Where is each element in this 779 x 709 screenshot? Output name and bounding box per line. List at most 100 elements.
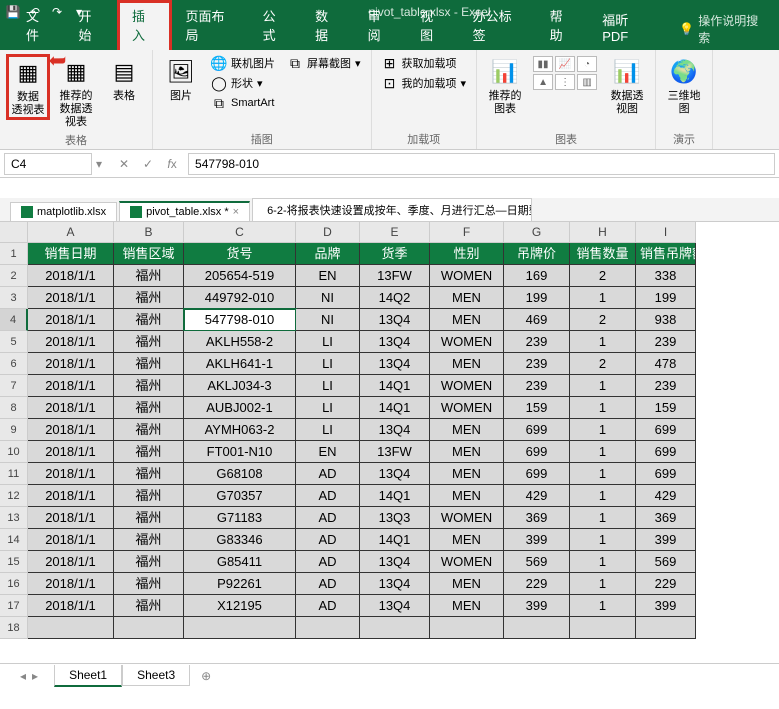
row-header[interactable]: 5 xyxy=(0,331,28,353)
row-header[interactable]: 13 xyxy=(0,507,28,529)
cell[interactable]: 福州 xyxy=(114,287,184,309)
row-header[interactable]: 6 xyxy=(0,353,28,375)
cell[interactable]: 福州 xyxy=(114,353,184,375)
cell[interactable]: 14Q1 xyxy=(360,529,430,551)
cell[interactable]: NI xyxy=(296,309,360,331)
cell[interactable]: AD xyxy=(296,463,360,485)
cell[interactable]: 13Q4 xyxy=(360,309,430,331)
formula-input[interactable]: 547798-010 xyxy=(188,153,775,175)
close-icon[interactable]: × xyxy=(233,206,239,218)
cell[interactable]: 478 xyxy=(636,353,696,375)
cell[interactable]: 13FW xyxy=(360,441,430,463)
cell[interactable]: 14Q1 xyxy=(360,397,430,419)
cell[interactable]: 547798-010 xyxy=(184,309,296,331)
row-header[interactable]: 12 xyxy=(0,485,28,507)
cells-body[interactable]: 销售日期销售区域货号品牌货季性别吊牌价销售数量销售吊牌额2018/1/1福州20… xyxy=(28,243,779,663)
cell[interactable]: 2018/1/1 xyxy=(28,529,114,551)
cell[interactable]: WOMEN xyxy=(430,507,504,529)
cell[interactable]: 1 xyxy=(570,463,636,485)
cell[interactable]: 福州 xyxy=(114,463,184,485)
cell[interactable]: LI xyxy=(296,419,360,441)
row-header[interactable]: 9 xyxy=(0,419,28,441)
name-box-dropdown-icon[interactable]: ▾ xyxy=(96,157,102,171)
tab-review[interactable]: 审阅 xyxy=(354,2,407,50)
area-chart-icon[interactable]: ▲ xyxy=(533,74,553,90)
cell[interactable]: 福州 xyxy=(114,529,184,551)
cell[interactable]: EN xyxy=(296,441,360,463)
cell[interactable]: 销售数量 xyxy=(570,243,636,265)
row-header[interactable]: 7 xyxy=(0,375,28,397)
cell[interactable]: 429 xyxy=(504,485,570,507)
cell[interactable]: 699 xyxy=(636,419,696,441)
row-header[interactable]: 15 xyxy=(0,551,28,573)
column-header[interactable]: E xyxy=(360,222,430,243)
column-header[interactable]: C xyxy=(184,222,296,243)
cell[interactable]: AD xyxy=(296,573,360,595)
enter-formula-icon[interactable]: ✓ xyxy=(136,153,160,175)
my-addins-button[interactable]: ⊡ 我的加载项 ▾ xyxy=(378,74,471,92)
cell[interactable]: 1 xyxy=(570,375,636,397)
cell[interactable] xyxy=(296,617,360,639)
cell[interactable]: 1 xyxy=(570,419,636,441)
tab-view[interactable]: 视图 xyxy=(406,2,459,50)
cell[interactable]: 1 xyxy=(570,331,636,353)
cell[interactable]: 699 xyxy=(504,419,570,441)
cell[interactable]: AKLH641-1 xyxy=(184,353,296,375)
cell[interactable]: AUBJ002-1 xyxy=(184,397,296,419)
cell[interactable]: 239 xyxy=(504,375,570,397)
tab-home[interactable]: 开始 xyxy=(65,2,118,50)
cell[interactable]: 货季 xyxy=(360,243,430,265)
cell[interactable]: 199 xyxy=(636,287,696,309)
cell[interactable]: MEN xyxy=(430,573,504,595)
cancel-formula-icon[interactable]: ✕ xyxy=(112,153,136,175)
cell[interactable]: 13Q4 xyxy=(360,595,430,617)
cell[interactable]: 429 xyxy=(636,485,696,507)
pivot-table-button[interactable]: ▦ 数据 透视表 xyxy=(6,54,50,120)
cell[interactable] xyxy=(114,617,184,639)
cell[interactable]: 13Q4 xyxy=(360,573,430,595)
sheet-tab[interactable]: Sheet3 xyxy=(122,665,190,686)
cell[interactable]: MEN xyxy=(430,529,504,551)
cell[interactable] xyxy=(504,617,570,639)
cell[interactable]: 2018/1/1 xyxy=(28,507,114,529)
map3d-button[interactable]: 🌍 三维地 图 xyxy=(662,54,706,118)
screenshot-button[interactable]: ⧉ 屏幕截图 ▾ xyxy=(283,54,365,72)
cell[interactable]: 469 xyxy=(504,309,570,331)
cell[interactable]: EN xyxy=(296,265,360,287)
cell[interactable]: 13Q4 xyxy=(360,463,430,485)
scatter-chart-icon[interactable]: ⋮ xyxy=(555,74,575,90)
cell[interactable]: 2018/1/1 xyxy=(28,419,114,441)
cell[interactable]: 性别 xyxy=(430,243,504,265)
cell[interactable]: 吊牌价 xyxy=(504,243,570,265)
cell[interactable]: 销售吊牌额 xyxy=(636,243,696,265)
pivotchart-button[interactable]: 📊 数据透视图 xyxy=(605,54,649,118)
cell[interactable]: 福州 xyxy=(114,551,184,573)
cell[interactable]: 699 xyxy=(636,441,696,463)
cell[interactable]: MEN xyxy=(430,309,504,331)
row-header[interactable]: 11 xyxy=(0,463,28,485)
cell[interactable]: 699 xyxy=(504,463,570,485)
workbook-tab[interactable]: 6-2-将报表快速设置成按年、季度、月进行汇总—日期型数据快速分组.xlsx xyxy=(252,198,532,221)
sheet-prev-icon[interactable]: ◂ xyxy=(20,669,26,683)
cell[interactable]: 2018/1/1 xyxy=(28,595,114,617)
tab-formula[interactable]: 公式 xyxy=(249,2,302,50)
column-header[interactable]: A xyxy=(28,222,114,243)
cell[interactable]: LI xyxy=(296,331,360,353)
tab-help[interactable]: 帮助 xyxy=(536,2,589,50)
cell[interactable]: G83346 xyxy=(184,529,296,551)
cell[interactable]: 销售日期 xyxy=(28,243,114,265)
shapes-button[interactable]: ◯ 形状 ▾ xyxy=(207,74,279,92)
cell[interactable]: 399 xyxy=(504,595,570,617)
cell[interactable]: AD xyxy=(296,529,360,551)
cell[interactable]: G71183 xyxy=(184,507,296,529)
cell[interactable]: 569 xyxy=(504,551,570,573)
cell[interactable]: 205654-519 xyxy=(184,265,296,287)
cell[interactable]: 449792-010 xyxy=(184,287,296,309)
cell[interactable]: 福州 xyxy=(114,573,184,595)
row-header[interactable]: 1 xyxy=(0,243,28,265)
cell[interactable]: 399 xyxy=(504,529,570,551)
cell[interactable]: FT001-N10 xyxy=(184,441,296,463)
workbook-tab[interactable]: matplotlib.xlsx xyxy=(10,202,117,221)
cell[interactable]: AKLJ034-3 xyxy=(184,375,296,397)
add-sheet-button[interactable]: ⊕ xyxy=(196,666,216,686)
